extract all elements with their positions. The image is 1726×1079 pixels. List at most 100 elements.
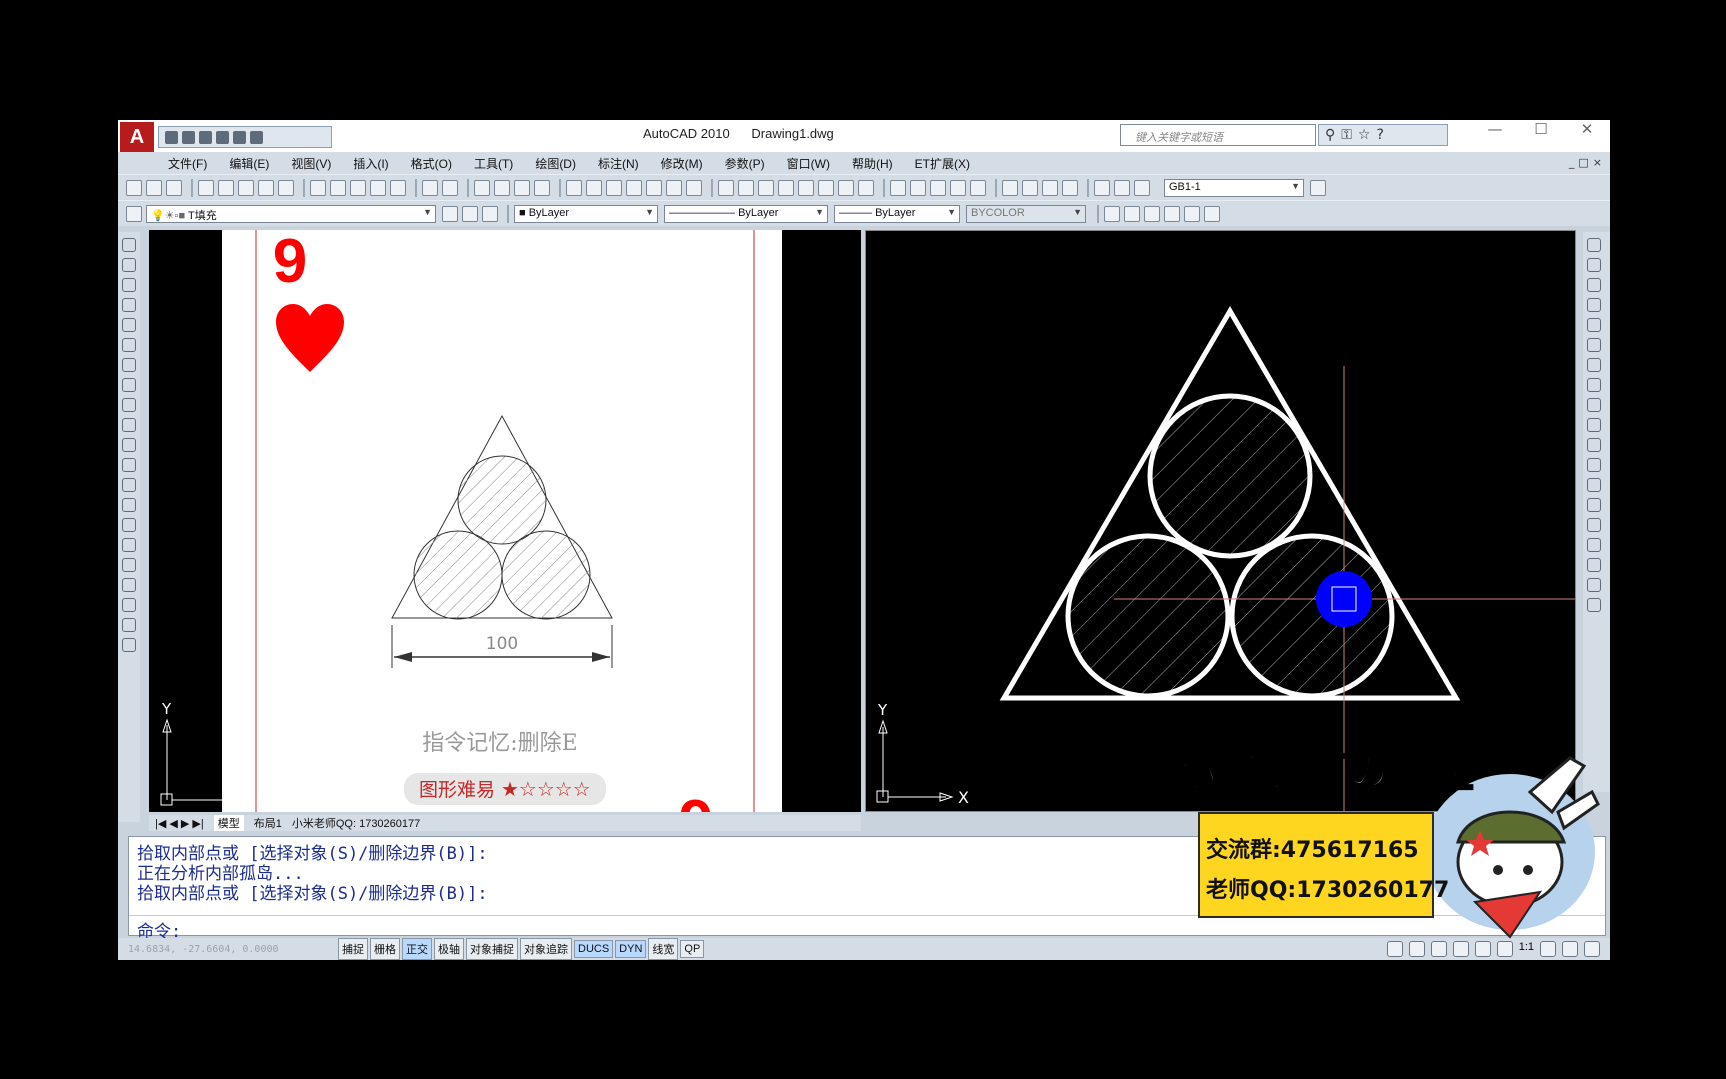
linetype-select[interactable]: —————— ByLayer ▼ <box>664 204 828 223</box>
add-selected-icon[interactable] <box>122 638 136 652</box>
steeringwheel-icon[interactable] <box>1474 941 1491 957</box>
tab-model[interactable]: 模型 <box>213 815 244 831</box>
qnew-icon[interactable] <box>126 179 142 196</box>
new-icon[interactable] <box>165 130 178 144</box>
workspace-icon[interactable] <box>1540 941 1556 957</box>
make-current-layer-icon[interactable] <box>442 205 458 222</box>
viewport-left[interactable]: 9 6 100 指令记忆:删除E 图形难易 ★☆☆ <box>149 230 861 812</box>
layer-select[interactable]: 💡☀▫■ T填充 ▼ <box>146 204 436 223</box>
annotation-scale[interactable]: 1:1 <box>1519 941 1534 957</box>
jogged-dim-icon[interactable] <box>818 179 834 196</box>
dim-break-icon[interactable] <box>970 179 986 196</box>
dimstyle-select[interactable]: GB1-1 ▼ <box>1164 178 1304 197</box>
dim-update-icon[interactable] <box>1134 179 1150 196</box>
help-icon[interactable] <box>686 179 702 196</box>
center-mark-icon[interactable] <box>1022 179 1038 196</box>
ordinate-dim-icon[interactable] <box>758 179 774 196</box>
zoom-window-icon[interactable] <box>514 179 530 196</box>
menu-window[interactable]: 窗口(W) <box>787 155 830 172</box>
pan-icon[interactable] <box>1430 941 1447 957</box>
sheet-set-icon[interactable] <box>626 179 642 196</box>
model-space-icon[interactable] <box>1386 941 1403 957</box>
design-center-icon[interactable] <box>586 179 602 196</box>
break-icon[interactable] <box>1587 478 1601 492</box>
arc-icon[interactable] <box>122 338 136 352</box>
block-editor-icon[interactable] <box>390 179 406 196</box>
mtext-icon[interactable] <box>122 618 136 632</box>
radius-dim-icon[interactable] <box>798 179 814 196</box>
visual-style-manager-icon[interactable] <box>1204 205 1220 222</box>
array-icon[interactable] <box>1587 318 1601 332</box>
cut-icon[interactable] <box>310 179 326 196</box>
hatch-icon[interactable] <box>122 518 136 532</box>
dim-space-icon[interactable] <box>950 179 966 196</box>
ducs-toggle[interactable]: DUCS <box>574 940 614 958</box>
extend-icon[interactable] <box>1587 438 1601 452</box>
minimize-button[interactable]: — <box>1472 120 1518 150</box>
viewport-right[interactable]: Y X <box>865 230 1576 812</box>
fullscreen-icon[interactable] <box>1584 941 1600 957</box>
polyline-icon[interactable] <box>122 278 136 292</box>
properties-icon[interactable] <box>566 179 582 196</box>
dyn-toggle[interactable]: DYN <box>615 940 647 958</box>
lineweight-select[interactable]: ——— ByLayer ▼ <box>834 204 960 223</box>
markup-icon[interactable] <box>646 179 662 196</box>
dim-text-edit-icon[interactable] <box>1114 179 1130 196</box>
star-icon[interactable]: ☆ <box>1358 127 1371 143</box>
fillet-icon[interactable] <box>1587 538 1601 552</box>
menu-help[interactable]: 帮助(H) <box>852 155 893 172</box>
document-controls[interactable]: _□× <box>1569 156 1606 169</box>
menu-modify[interactable]: 修改(M) <box>661 155 703 172</box>
publish-icon[interactable] <box>238 179 254 196</box>
open-icon[interactable] <box>182 130 195 144</box>
chamfer-icon[interactable] <box>1587 518 1601 532</box>
menu-insert[interactable]: 插入(I) <box>353 155 388 172</box>
qp-toggle[interactable]: QP <box>680 940 705 958</box>
aligned-dim-icon[interactable] <box>738 179 754 196</box>
grid-toggle[interactable]: 栅格 <box>370 938 400 960</box>
menu-edit[interactable]: 编辑(E) <box>229 155 269 172</box>
layer-previous-icon[interactable] <box>462 205 478 222</box>
gradient-icon[interactable] <box>122 538 136 552</box>
table-icon[interactable] <box>122 598 136 612</box>
jogged-linear-icon[interactable] <box>1062 179 1078 196</box>
open-icon[interactable] <box>146 179 162 196</box>
conceptual-style-icon[interactable] <box>1184 205 1200 222</box>
snap-toggle[interactable]: 捕捉 <box>338 938 368 960</box>
erase-icon[interactable] <box>1587 238 1601 252</box>
baseline-dim-icon[interactable] <box>910 179 926 196</box>
join-icon[interactable] <box>1587 498 1601 512</box>
3dprint-icon[interactable] <box>258 179 274 196</box>
help-icon[interactable]: ? <box>1376 127 1383 143</box>
hidden-style-icon[interactable] <box>1144 205 1160 222</box>
polygon-icon[interactable] <box>122 298 136 312</box>
quick-dim-icon[interactable] <box>890 179 906 196</box>
menu-format[interactable]: 格式(O) <box>411 155 452 172</box>
paste-icon[interactable] <box>350 179 366 196</box>
spline-icon[interactable] <box>122 398 136 412</box>
menu-dimension[interactable]: 标注(N) <box>598 155 639 172</box>
redo-icon[interactable] <box>233 130 246 144</box>
inspection-icon[interactable] <box>1042 179 1058 196</box>
copy-icon[interactable] <box>330 179 346 196</box>
color-select[interactable]: ■ ByLayer ▼ <box>514 204 658 223</box>
layer-states-icon[interactable] <box>482 205 498 222</box>
stretch-icon[interactable] <box>1587 398 1601 412</box>
menu-parametric[interactable]: 参数(P) <box>725 155 765 172</box>
angular-dim-icon[interactable] <box>858 179 874 196</box>
etransmit-icon[interactable] <box>278 179 294 196</box>
region-icon[interactable] <box>122 558 136 572</box>
zoom-icon[interactable] <box>1452 941 1469 957</box>
make-block-icon[interactable] <box>122 478 136 492</box>
close-button[interactable]: ✕ <box>1564 120 1610 150</box>
point-icon[interactable] <box>122 498 136 512</box>
dim-edit-icon[interactable] <box>1094 179 1110 196</box>
insert-block-icon[interactable] <box>122 458 136 472</box>
break-at-point-icon[interactable] <box>1587 458 1601 472</box>
plotstyle-select[interactable]: BYCOLOR ▼ <box>966 204 1086 223</box>
dimstyle-manager-icon[interactable] <box>1310 179 1326 196</box>
save-icon[interactable] <box>199 130 212 144</box>
tab-nav-arrows-icon[interactable]: |◀ ◀ ▶ ▶| <box>155 817 204 830</box>
polar-toggle[interactable]: 极轴 <box>434 938 464 960</box>
layout-icon[interactable] <box>1408 941 1425 957</box>
